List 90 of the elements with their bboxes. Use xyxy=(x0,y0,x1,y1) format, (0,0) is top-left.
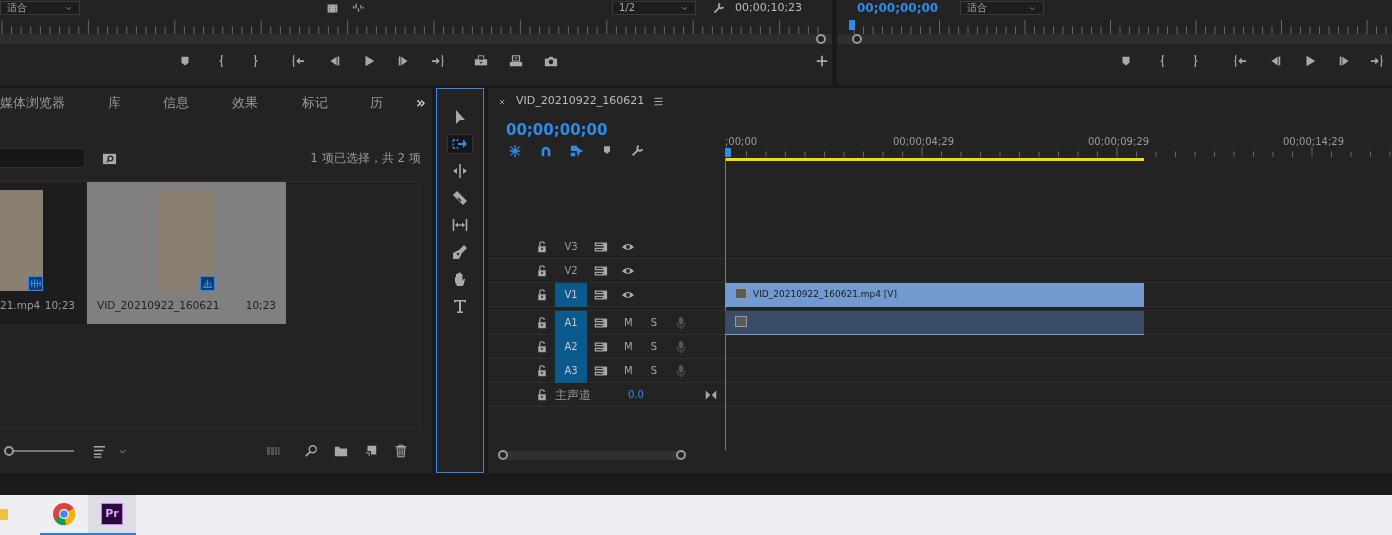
clip-thumbnail-card[interactable]: 21.mp4 10;23 xyxy=(0,182,85,324)
search-icon[interactable] xyxy=(304,444,318,458)
panel-tab[interactable]: 媒体浏览器 xyxy=(0,93,65,113)
browser-icon xyxy=(52,502,76,526)
overflow-icon[interactable]: » xyxy=(416,92,426,115)
sync-lock-icon[interactable] xyxy=(594,363,608,378)
zoom-handle[interactable] xyxy=(852,34,862,44)
razor-tool-icon[interactable] xyxy=(452,190,468,206)
time-label: 00;00;09;29 xyxy=(1088,135,1149,149)
mute-toggle[interactable]: M xyxy=(624,315,633,330)
mute-toggle[interactable]: M xyxy=(624,339,633,354)
camera-icon[interactable] xyxy=(544,54,558,68)
sync-lock-icon[interactable] xyxy=(594,315,608,330)
resolution-dropdown[interactable]: 1/2 xyxy=(612,1,696,15)
time-label: ;00;00 xyxy=(725,135,758,149)
magnet-icon[interactable] xyxy=(539,144,553,158)
lock-icon[interactable] xyxy=(536,288,548,301)
lock-icon[interactable] xyxy=(536,316,548,329)
sync-lock-icon[interactable] xyxy=(594,239,608,254)
lock-icon[interactable] xyxy=(536,340,548,353)
timecode: 00;00;10;23 xyxy=(735,0,803,16)
track-label: 主声道 xyxy=(555,386,591,404)
track-target[interactable]: V3 xyxy=(555,234,587,259)
track-target[interactable]: A3 xyxy=(555,358,587,383)
audio-clip[interactable] xyxy=(725,310,1144,335)
panel-tab[interactable]: 库 xyxy=(108,93,121,113)
sync-lock-icon[interactable] xyxy=(594,287,608,302)
list-view-icon[interactable] xyxy=(92,443,107,459)
menu-icon[interactable] xyxy=(652,95,666,108)
clip-name: VID_20210922_160621 xyxy=(97,298,220,314)
film-icon[interactable] xyxy=(326,1,339,15)
hand-tool-icon[interactable] xyxy=(452,271,468,287)
timecode[interactable]: 00;00;00;00 xyxy=(506,119,725,139)
track-target[interactable]: V2 xyxy=(555,258,587,283)
go-to-out-icon[interactable] xyxy=(431,54,445,68)
pen-tool-icon[interactable] xyxy=(452,244,468,260)
panel-tab[interactable]: 历 xyxy=(370,93,383,113)
clip-name: 21.mp4 xyxy=(0,298,41,313)
lock-icon[interactable] xyxy=(536,364,548,377)
zoom-slider[interactable] xyxy=(4,445,74,457)
taskbar-app[interactable]: Pr xyxy=(88,495,136,535)
zoom-dropdown[interactable]: 适合 xyxy=(960,1,1044,15)
clip-thumbnail-card[interactable]: VID_20210922_160621 10;23 xyxy=(87,182,286,324)
solo-toggle[interactable]: S xyxy=(650,315,657,330)
clip-duration: 10;23 xyxy=(245,298,276,313)
new-item-icon[interactable] xyxy=(364,444,378,458)
trash-icon[interactable] xyxy=(394,444,408,458)
volume-value[interactable]: 0.0 xyxy=(628,387,644,402)
lock-icon[interactable] xyxy=(536,388,548,401)
time-label: 00;00;14;29 xyxy=(1283,135,1344,149)
panel-tab[interactable]: 标记 xyxy=(302,93,328,113)
sync-lock-icon[interactable] xyxy=(594,263,608,278)
type-tool-icon[interactable] xyxy=(452,298,468,314)
panel-tab[interactable]: 信息 xyxy=(163,93,189,113)
plus-icon[interactable] xyxy=(815,54,829,68)
panel-tab[interactable]: 效果 xyxy=(232,93,258,113)
go-to-in-icon[interactable] xyxy=(291,54,305,68)
waveform-icon[interactable] xyxy=(352,1,365,15)
track-target[interactable]: A1 xyxy=(555,310,587,335)
wrench-icon[interactable] xyxy=(630,144,644,158)
overwrite-icon[interactable] xyxy=(509,54,523,68)
clip-duration: 10;23 xyxy=(44,298,75,313)
video-clip[interactable]: VID_20210922_160621.mp4 [V] xyxy=(725,282,1144,307)
sync-lock-icon[interactable] xyxy=(594,339,608,354)
slip-tool-icon[interactable] xyxy=(452,217,468,233)
app-icon: Pr xyxy=(101,503,123,525)
linked-selection-icon[interactable] xyxy=(570,144,584,158)
folder-icon[interactable] xyxy=(334,444,348,458)
audio-badge-icon xyxy=(27,276,43,291)
go-to-out-icon[interactable] xyxy=(1370,54,1384,68)
track-target[interactable]: V1 xyxy=(555,282,587,307)
insert-icon[interactable] xyxy=(474,54,488,68)
solo-toggle[interactable]: S xyxy=(650,363,657,378)
mute-toggle[interactable]: M xyxy=(624,363,633,378)
zoom-dropdown[interactable]: 适合 xyxy=(0,1,80,15)
ripple-edit-tool-icon[interactable] xyxy=(452,163,468,179)
solo-toggle[interactable]: S xyxy=(650,339,657,354)
time-label: 00;00;04;29 xyxy=(893,135,954,149)
zoom-handle[interactable] xyxy=(816,34,826,44)
wrench-icon[interactable] xyxy=(712,1,725,15)
video-badge-icon xyxy=(200,276,215,291)
sequence-tab[interactable]: VID_20210922_160621 xyxy=(516,93,645,110)
lock-icon[interactable] xyxy=(536,264,548,277)
lock-icon[interactable] xyxy=(536,240,548,253)
marker-icon[interactable] xyxy=(601,144,613,156)
timecode: 00;00;00;00 xyxy=(857,0,939,17)
track-target[interactable]: A2 xyxy=(555,334,587,359)
folder-icon xyxy=(0,506,8,522)
selection-count: 1 项已选择，共 2 项 xyxy=(310,150,421,167)
go-to-in-icon[interactable] xyxy=(1233,54,1247,68)
